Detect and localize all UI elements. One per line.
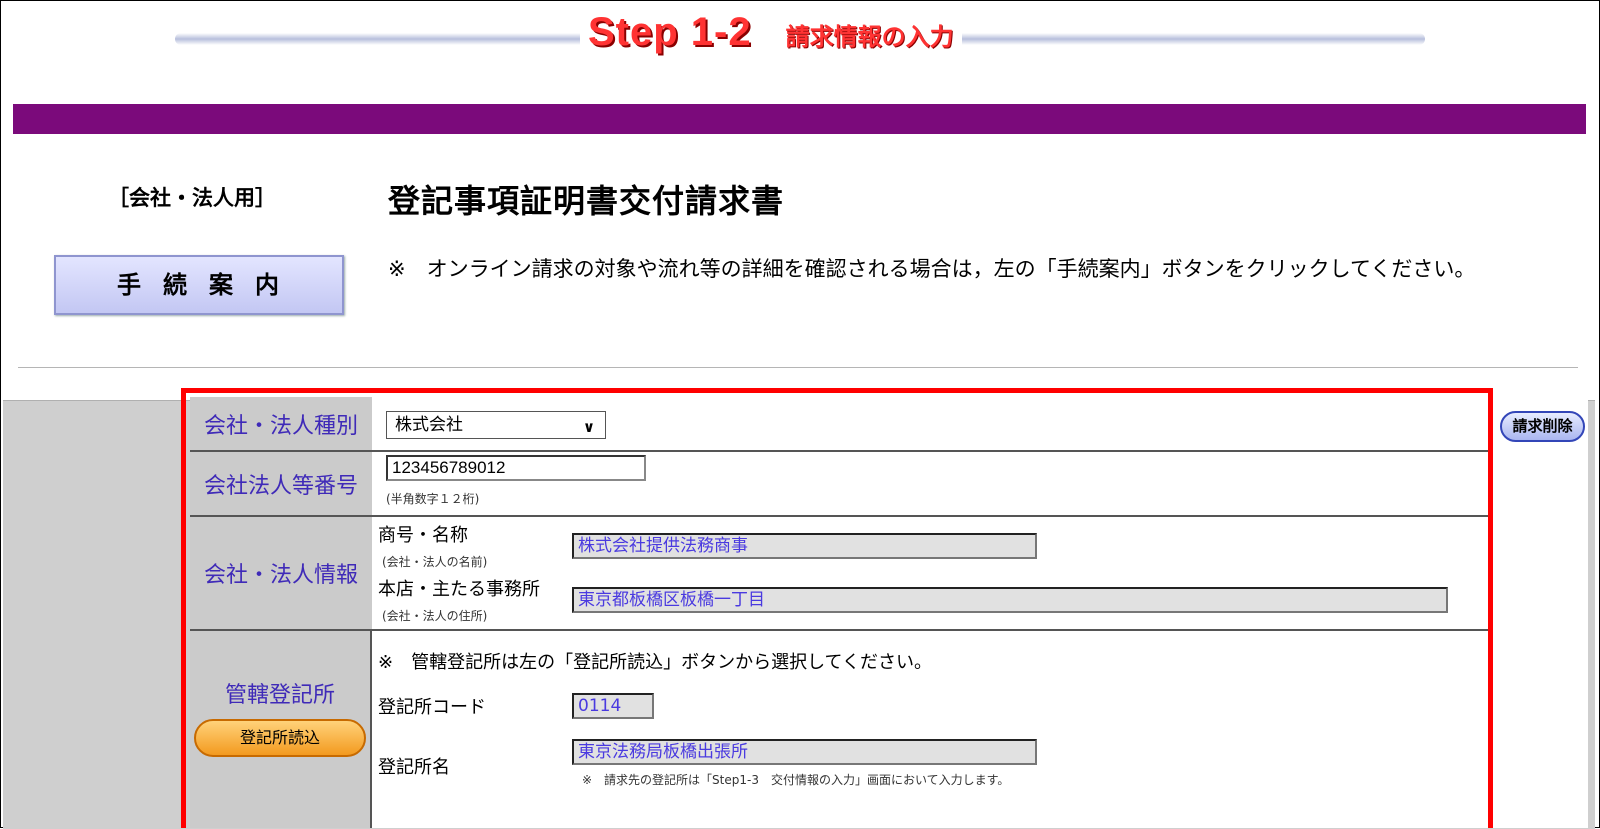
form-side-strip [1488, 400, 1588, 828]
highlight-box [181, 388, 1493, 828]
page-title: 登記事項証明書交付請求書 [388, 182, 785, 220]
step-banner: Step 1-2 請求情報の入力 [580, 10, 962, 60]
step-subtitle: 請求情報の入力 [785, 23, 954, 51]
header-divider-bar [13, 104, 1586, 134]
step-number: Step 1-2 [588, 10, 752, 54]
section-divider [18, 367, 1578, 368]
procedure-guide-button[interactable]: 手続案内 [54, 255, 344, 315]
delete-request-button[interactable]: 請求削除 [1500, 411, 1585, 442]
corp-use-label: ［会社・法人用］ [108, 186, 276, 210]
guide-note: ※ オンライン請求の対象や流れ等の詳細を確認される場合は，左の「手続案内」ボタン… [388, 257, 1476, 281]
